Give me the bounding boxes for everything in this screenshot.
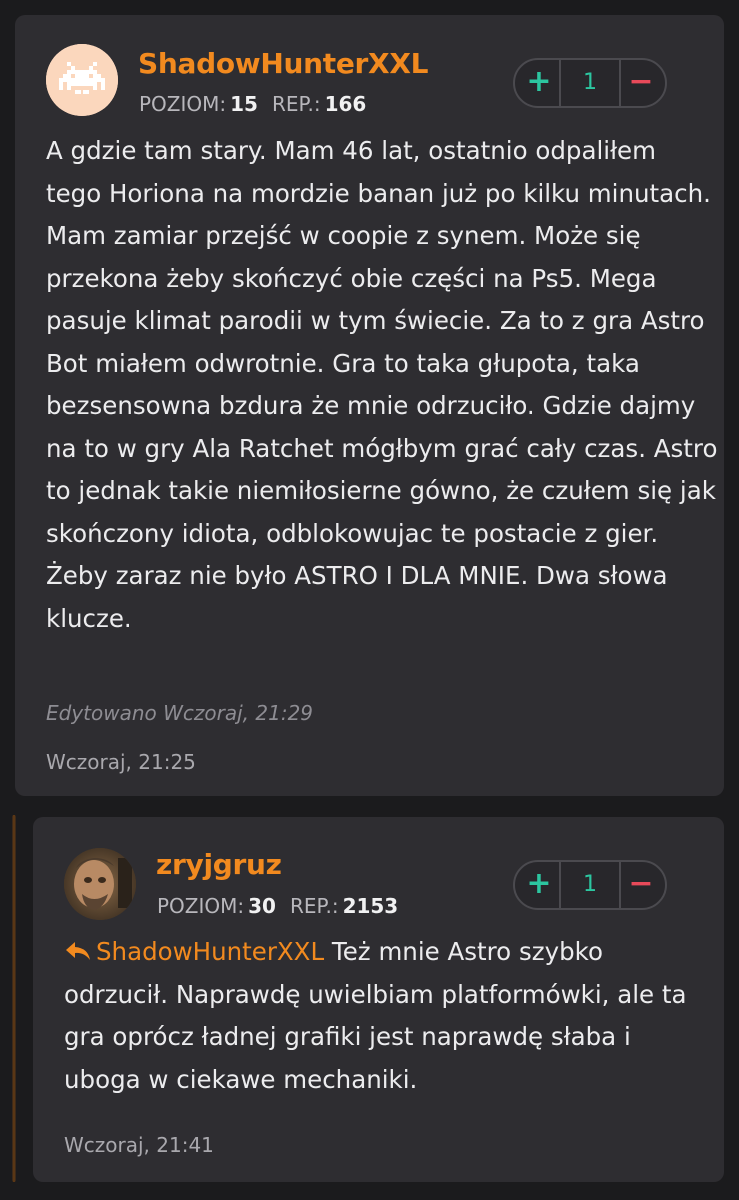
user-photo-avatar — [64, 848, 136, 920]
vote-control: + 1 − — [513, 860, 667, 910]
vote-count: 1 — [583, 872, 597, 897]
vote-control: + 1 − — [513, 58, 667, 108]
username[interactable]: zryjgruz — [156, 848, 282, 881]
reply-username[interactable]: ShadowHunterXXL — [96, 937, 324, 966]
level-label: POZIOM: — [157, 894, 245, 918]
level-label: POZIOM: — [139, 92, 227, 116]
comment-text: ShadowHunterXXL Też mnie Astro szybko od… — [64, 931, 704, 1101]
level-value: 15 — [230, 92, 258, 116]
reply-reference[interactable]: ShadowHunterXXL — [64, 937, 324, 966]
user-stats: POZIOM: 15 REP.: 166 — [139, 92, 366, 116]
downvote-button[interactable]: − — [619, 60, 663, 106]
edited-note: Edytowano Wczoraj, 21:29 — [46, 701, 314, 725]
rep-label: REP.: — [271, 92, 321, 116]
space-invader-icon — [46, 44, 118, 116]
comment-timestamp[interactable]: Wczoraj, 21:41 — [64, 1133, 214, 1157]
reply-thread-line-inner — [13, 815, 15, 1182]
level-value: 30 — [248, 894, 276, 918]
reply-arrow-icon — [66, 942, 90, 960]
rep-value: 2153 — [342, 894, 399, 918]
downvote-button[interactable]: − — [619, 862, 663, 908]
avatar[interactable] — [46, 44, 118, 116]
user-stats: POZIOM: 30 REP.: 2153 — [157, 894, 398, 918]
comment-timestamp[interactable]: Wczoraj, 21:25 — [46, 750, 196, 774]
rep-label: REP.: — [289, 894, 339, 918]
avatar[interactable] — [64, 848, 136, 920]
comment-text: A gdzie tam stary. Mam 46 lat, ostatnio … — [46, 136, 718, 633]
vote-count: 1 — [583, 70, 597, 95]
rep-value: 166 — [324, 92, 367, 116]
reply-comment-card: zryjgruz POZIOM: 30 REP.: 2153 + 1 − Shadow… — [33, 817, 724, 1182]
comment-card: ShadowHunterXXL POZIOM: 15 REP.: 166 + 1 − … — [15, 15, 724, 796]
upvote-button[interactable]: + — [517, 60, 561, 106]
upvote-button[interactable]: + — [517, 862, 561, 908]
username[interactable]: ShadowHunterXXL — [138, 47, 428, 80]
